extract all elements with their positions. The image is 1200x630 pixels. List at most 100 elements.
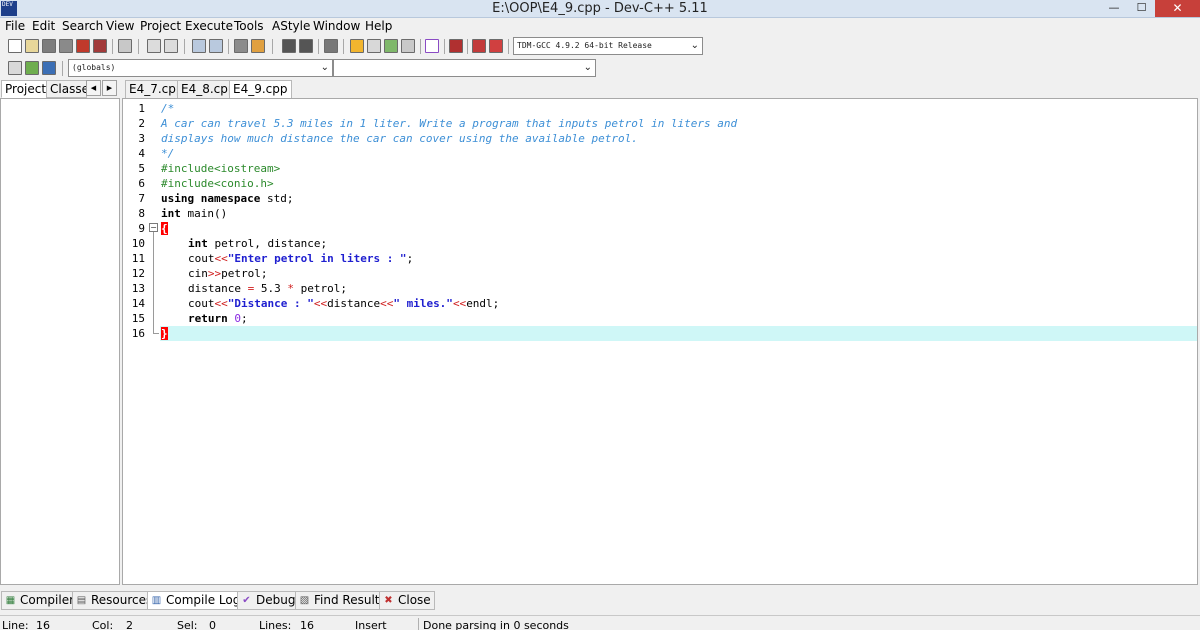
menu-project[interactable]: Project [140, 19, 181, 34]
tab-e4-9-cpp[interactable]: E4_9.cpp [229, 80, 292, 99]
operator: >> [207, 267, 222, 280]
string-literal: "Enter petrol in liters : " [227, 252, 407, 265]
tab-debug[interactable]: ✔ Debug [237, 591, 300, 610]
code-line: distance = 5.3 * petrol; [188, 281, 347, 296]
compile-icon[interactable] [350, 39, 364, 53]
line-number: 14 [131, 297, 145, 310]
code-text: petrol; [293, 282, 347, 295]
tab-compile-log[interactable]: ▥ Compile Log [147, 591, 245, 610]
code-editor[interactable]: 1 2 3 4 5 6 7 8 9 10 11 12 13 14 15 16 −… [122, 98, 1198, 585]
syntax-check-icon[interactable] [425, 39, 439, 53]
compile-run-icon[interactable] [384, 39, 398, 53]
string-literal: " miles." [393, 297, 453, 310]
menu-view[interactable]: View [106, 19, 134, 34]
code-text: ; [241, 312, 248, 325]
line-number: 2 [138, 117, 145, 130]
tab-label: Resources [91, 593, 153, 607]
new-file-icon[interactable] [8, 39, 22, 53]
goto-line-icon[interactable] [234, 39, 248, 53]
menu-astyle[interactable]: AStyle [272, 19, 310, 34]
toolbar-separator [444, 39, 445, 54]
tab-resources[interactable]: ▤ Resources [72, 591, 157, 610]
number-literal: 0 [227, 312, 241, 325]
close-window-button[interactable]: ✕ [1155, 0, 1200, 17]
toggle-comment-icon[interactable] [324, 39, 338, 53]
replace-icon[interactable] [209, 39, 223, 53]
redo-icon[interactable] [164, 39, 178, 53]
line-number: 8 [138, 207, 145, 220]
save-icon[interactable] [42, 39, 56, 53]
goto-bookmark-icon[interactable] [25, 61, 39, 75]
code-text: endl; [466, 297, 500, 310]
tab-classes[interactable]: Classes [46, 80, 87, 98]
chevron-down-icon: ⌄ [583, 62, 592, 73]
tab-compiler[interactable]: ▦ Compiler [1, 591, 79, 610]
compiler-select[interactable]: TDM-GCC 4.9.2 64-bit Release ⌄ [513, 37, 703, 55]
stop-execution-icon[interactable] [449, 39, 463, 53]
menu-execute[interactable]: Execute [185, 19, 233, 34]
line-number: 1 [138, 102, 145, 115]
toolbar-separator [62, 61, 63, 76]
delete-profile-icon[interactable] [489, 39, 503, 53]
insert-icon[interactable] [8, 61, 22, 75]
tab-scroll-left-icon[interactable]: ◀ [86, 80, 101, 96]
profile-icon[interactable] [472, 39, 486, 53]
status-col-label: Col: [92, 619, 114, 630]
operator: << [214, 297, 228, 310]
status-mode: Insert [355, 619, 387, 630]
code-text: distance [188, 282, 248, 295]
code-text: 5.3 [254, 282, 288, 295]
class-browser-icon[interactable] [42, 61, 56, 75]
save-all-icon[interactable] [59, 39, 73, 53]
rebuild-all-icon[interactable] [401, 39, 415, 53]
tab-find-results[interactable]: ▧ Find Results [295, 591, 390, 610]
title-bar: DEV E:\OOP\E4_9.cpp - Dev-C++ 5.11 — ☐ ✕ [0, 0, 1200, 18]
window-title: E:\OOP\E4_9.cpp - Dev-C++ 5.11 [492, 1, 708, 16]
menu-edit[interactable]: Edit [32, 19, 55, 34]
menu-search[interactable]: Search [62, 19, 103, 34]
status-col-value: 2 [126, 619, 133, 630]
project-panel[interactable] [0, 98, 120, 585]
tab-project[interactable]: Project [1, 80, 51, 98]
line-number: 5 [138, 162, 145, 175]
chevron-down-icon: ⌄ [320, 62, 329, 73]
operator: << [452, 297, 467, 310]
undo-icon[interactable] [147, 39, 161, 53]
indent-icon[interactable] [282, 39, 296, 53]
close-icon: ✖ [384, 595, 393, 606]
find-icon[interactable] [192, 39, 206, 53]
minimize-button[interactable]: — [1100, 0, 1128, 17]
scope-select[interactable]: (globals) ⌄ [68, 59, 333, 77]
editor-tabs: E4_7.cpp E4_8.cpp E4_9.cpp [124, 79, 1200, 99]
menu-tools[interactable]: Tools [234, 19, 264, 34]
comment: */ [161, 147, 175, 160]
member-select[interactable]: ⌄ [333, 59, 596, 77]
comment: /* [161, 102, 175, 115]
menu-window[interactable]: Window [313, 19, 360, 34]
tab-scroll-right-icon[interactable]: ▶ [102, 80, 117, 96]
code-line: using namespace std; [161, 191, 293, 206]
line-number: 7 [138, 192, 145, 205]
line-number: 9 [138, 222, 145, 235]
code-text: ; [406, 252, 414, 265]
print-icon[interactable] [118, 39, 132, 53]
collapse-fold-icon[interactable]: − [149, 223, 158, 232]
toggle-bookmark-icon[interactable] [251, 39, 265, 53]
open-file-icon[interactable] [25, 39, 39, 53]
menu-file[interactable]: File [5, 19, 25, 34]
code-text: main() [180, 207, 228, 220]
menu-help[interactable]: Help [365, 19, 392, 34]
tab-close[interactable]: ✖ Close [379, 591, 435, 610]
code-text: cout [188, 297, 215, 310]
run-icon[interactable] [367, 39, 381, 53]
maximize-button[interactable]: ☐ [1128, 0, 1155, 17]
tab-label: Close [398, 593, 431, 607]
line-number: 10 [131, 237, 145, 250]
close-all-icon[interactable] [93, 39, 107, 53]
code-line: } [161, 326, 168, 341]
check-icon: ✔ [242, 595, 251, 606]
close-file-icon[interactable] [76, 39, 90, 53]
operator: << [313, 297, 328, 310]
toolbar-separator [228, 39, 229, 54]
unindent-icon[interactable] [299, 39, 313, 53]
